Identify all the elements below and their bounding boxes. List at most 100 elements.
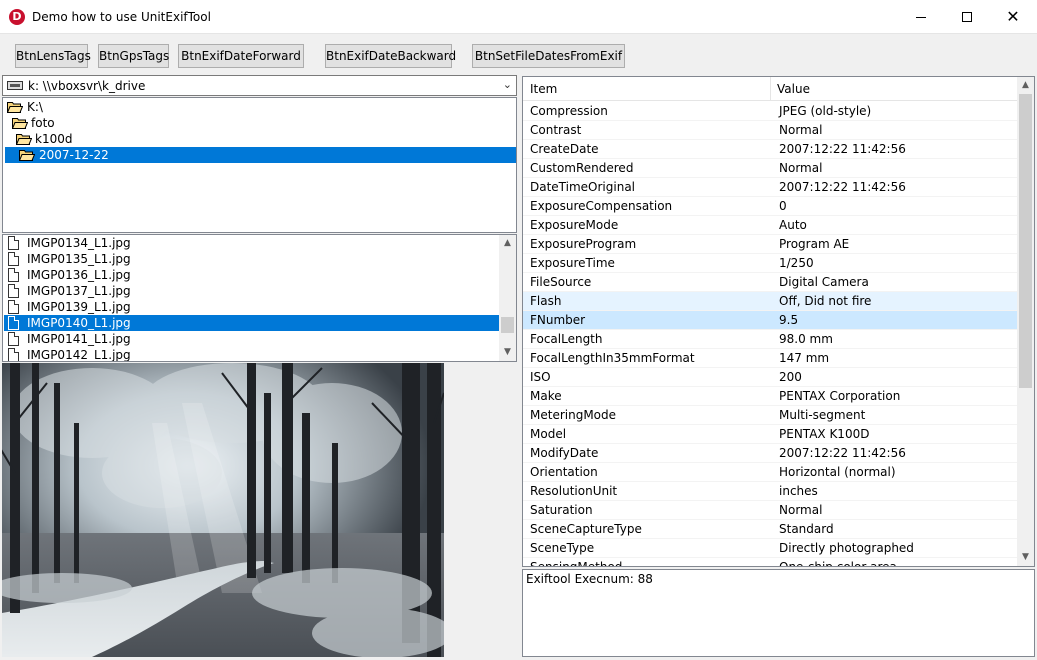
file-icon xyxy=(8,284,19,298)
file-list[interactable]: IMGP0134_L1.jpg IMGP0135_L1.jpg IMGP0136… xyxy=(2,234,517,362)
btn-exif-date-backward[interactable]: BtnExifDateBackward xyxy=(325,44,456,68)
file-icon xyxy=(8,348,19,361)
cell-value: Digital Camera xyxy=(779,275,869,289)
btn-exif-date-forward[interactable]: BtnExifDateForward xyxy=(178,44,304,68)
cell-item: CreateDate xyxy=(530,142,599,156)
scroll-thumb[interactable] xyxy=(1019,94,1032,388)
btn-set-file-dates-from-exif[interactable]: BtnSetFileDatesFromExif xyxy=(472,44,625,68)
grid-row[interactable]: ExposureTime 1/250 xyxy=(523,254,1017,273)
tree-item-label: k100d xyxy=(35,132,73,146)
grid-row[interactable]: FocalLength 98.0 mm xyxy=(523,330,1017,349)
cell-value: Program AE xyxy=(779,237,850,251)
grid-scrollbar[interactable]: ▲ ▼ xyxy=(1017,77,1034,566)
grid-row[interactable]: Orientation Horizontal (normal) xyxy=(523,463,1017,482)
cell-item: ModifyDate xyxy=(530,446,599,460)
scroll-down-icon[interactable]: ▼ xyxy=(499,344,516,361)
tree-item-label: 2007-12-22 xyxy=(39,148,109,162)
cell-item: Saturation xyxy=(530,503,593,517)
directory-tree[interactable]: K:\ foto k100d 2007-12-22 xyxy=(2,97,517,233)
file-list-item[interactable]: IMGP0141_L1.jpg xyxy=(4,331,500,347)
file-list-item[interactable]: IMGP0136_L1.jpg xyxy=(4,267,500,283)
grid-row[interactable]: ExposureCompensation 0 xyxy=(523,197,1017,216)
close-button[interactable]: ✕ xyxy=(990,0,1036,34)
chevron-down-icon[interactable]: ⌄ xyxy=(503,78,512,91)
cell-value: 9.5 xyxy=(779,313,799,327)
file-name: IMGP0141_L1.jpg xyxy=(27,332,131,346)
grid-row[interactable]: SensingMethod One-chip color area xyxy=(523,558,1017,566)
cell-value: Normal xyxy=(779,503,823,517)
cell-value: Off, Did not fire xyxy=(779,294,872,308)
drive-combobox[interactable]: k: \\vboxsvr\k_drive ⌄ xyxy=(2,75,517,96)
btn-lens-tags[interactable]: BtnLensTags xyxy=(15,44,91,68)
tree-item-label: K:\ xyxy=(27,100,43,114)
minimize-button[interactable] xyxy=(898,0,944,34)
cell-item: SceneType xyxy=(530,541,595,555)
column-header-item[interactable]: Item xyxy=(530,82,557,96)
grid-row[interactable]: ExposureMode Auto xyxy=(523,216,1017,235)
maximize-icon xyxy=(962,12,972,22)
file-name: IMGP0134_L1.jpg xyxy=(27,236,131,250)
grid-row[interactable]: MeteringMode Multi-segment xyxy=(523,406,1017,425)
grid-row[interactable]: SceneCaptureType Standard xyxy=(523,520,1017,539)
cell-item: ResolutionUnit xyxy=(530,484,618,498)
grid-row[interactable]: CustomRendered Normal xyxy=(523,159,1017,178)
btn-gps-tags[interactable]: BtnGpsTags xyxy=(98,44,169,68)
file-name: IMGP0137_L1.jpg xyxy=(27,284,131,298)
scroll-up-icon[interactable]: ▲ xyxy=(499,235,516,252)
toolbar: BtnLensTags BtnGpsTags BtnExifDateForwar… xyxy=(0,34,1037,74)
cell-item: FNumber xyxy=(530,313,586,327)
grid-row[interactable]: DateTimeOriginal 2007:12:22 11:42:56 xyxy=(523,178,1017,197)
cell-value: Normal xyxy=(779,161,823,175)
tree-item-k-drive[interactable]: K:\ xyxy=(5,99,65,115)
open-folder-icon xyxy=(19,149,35,161)
cell-item: FocalLengthIn35mmFormat xyxy=(530,351,695,365)
grid-row[interactable]: Saturation Normal xyxy=(523,501,1017,520)
grid-row[interactable]: FileSource Digital Camera xyxy=(523,273,1017,292)
cell-item: FileSource xyxy=(530,275,592,289)
tree-item-label: foto xyxy=(31,116,55,130)
grid-row[interactable]: FocalLengthIn35mmFormat 147 mm xyxy=(523,349,1017,368)
column-separator[interactable] xyxy=(770,77,771,101)
file-list-scrollbar[interactable]: ▲ ▼ xyxy=(499,235,516,361)
cell-item: ExposureCompensation xyxy=(530,199,673,213)
grid-row[interactable]: Contrast Normal xyxy=(523,121,1017,140)
file-icon xyxy=(8,252,19,266)
exif-grid[interactable]: Item Value Compression JPEG (old-style) Co… xyxy=(522,76,1035,567)
cell-value: 2007:12:22 11:42:56 xyxy=(779,180,906,194)
file-list-item[interactable]: IMGP0142_L1.jpg xyxy=(4,347,500,361)
grid-row[interactable]: Compression JPEG (old-style) xyxy=(523,102,1017,121)
file-name: IMGP0136_L1.jpg xyxy=(27,268,131,282)
grid-row[interactable]: SceneType Directly photographed xyxy=(523,539,1017,558)
column-header-value[interactable]: Value xyxy=(777,82,810,96)
tree-item-2007-12-22[interactable]: 2007-12-22 xyxy=(5,147,516,163)
cell-item: CustomRendered xyxy=(530,161,634,175)
file-list-item[interactable]: IMGP0135_L1.jpg xyxy=(4,251,500,267)
file-icon xyxy=(8,268,19,282)
file-list-item[interactable]: IMGP0140_L1.jpg xyxy=(4,315,500,331)
scroll-thumb[interactable] xyxy=(501,317,514,333)
scroll-down-icon[interactable]: ▼ xyxy=(1017,549,1034,566)
grid-row[interactable]: ExposureProgram Program AE xyxy=(523,235,1017,254)
grid-row[interactable]: Model PENTAX K100D xyxy=(523,425,1017,444)
cell-value: PENTAX Corporation xyxy=(779,389,901,403)
tree-item-k100d[interactable]: k100d xyxy=(14,131,84,147)
file-list-item[interactable]: IMGP0134_L1.jpg xyxy=(4,235,500,251)
drive-selected-value: k: \\vboxsvr\k_drive xyxy=(28,79,146,93)
grid-row[interactable]: ResolutionUnit inches xyxy=(523,482,1017,501)
cell-value: inches xyxy=(779,484,818,498)
grid-row[interactable]: ModifyDate 2007:12:22 11:42:56 xyxy=(523,444,1017,463)
close-icon: ✕ xyxy=(1006,7,1020,26)
grid-row[interactable]: Flash Off, Did not fire xyxy=(523,292,1017,311)
cell-item: Orientation xyxy=(530,465,598,479)
grid-row[interactable]: CreateDate 2007:12:22 11:42:56 xyxy=(523,140,1017,159)
file-list-item[interactable]: IMGP0139_L1.jpg xyxy=(4,299,500,315)
grid-row[interactable]: Make PENTAX Corporation xyxy=(523,387,1017,406)
grid-row[interactable]: ISO 200 xyxy=(523,368,1017,387)
status-memo[interactable]: Exiftool Execnum: 88 xyxy=(522,569,1035,657)
scroll-up-icon[interactable]: ▲ xyxy=(1017,77,1034,94)
app-icon: D xyxy=(9,9,25,25)
maximize-button[interactable] xyxy=(944,0,990,34)
grid-row[interactable]: FNumber 9.5 xyxy=(523,311,1017,330)
file-list-item[interactable]: IMGP0137_L1.jpg xyxy=(4,283,500,299)
tree-item-foto[interactable]: foto xyxy=(10,115,70,131)
